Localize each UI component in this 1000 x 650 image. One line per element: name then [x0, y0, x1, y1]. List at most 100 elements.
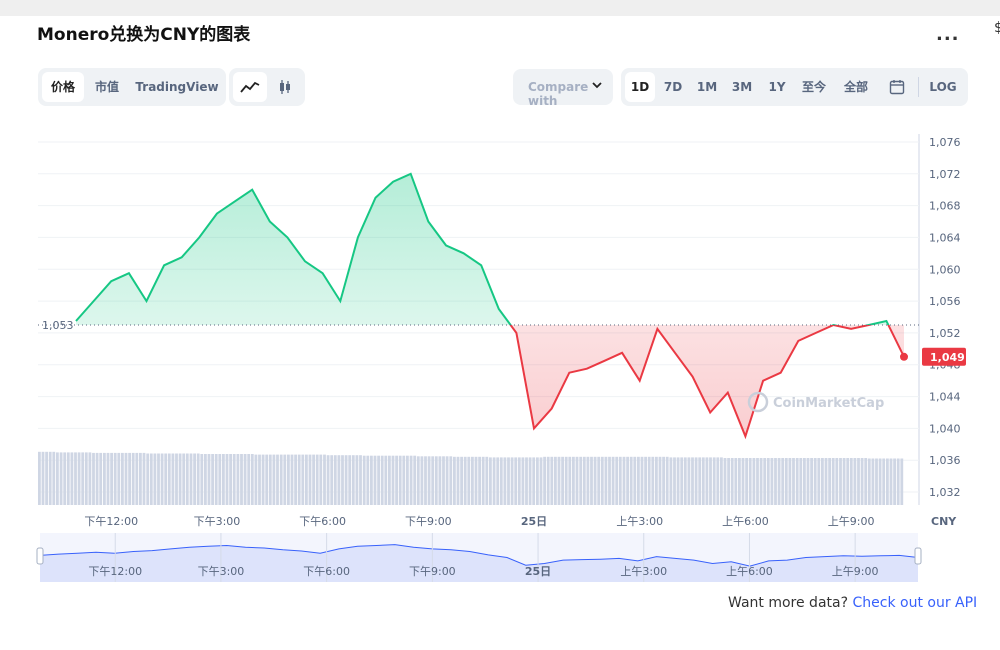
volume-bar: [56, 452, 59, 505]
volume-bar: [225, 454, 229, 505]
volume-bar: [857, 458, 860, 505]
volume-bar: [665, 456, 669, 505]
volume-bar: [344, 455, 348, 505]
volume-bar: [842, 458, 846, 505]
volume-bar: [135, 452, 139, 505]
volume-bar: [442, 456, 445, 505]
volume-bar: [507, 457, 510, 505]
volume-bar: [377, 455, 380, 505]
volume-bar: [705, 457, 709, 505]
volume-bar: [716, 457, 720, 505]
volume-bar: [748, 458, 752, 505]
volume-bar: [211, 454, 214, 505]
volume-bar: [103, 452, 106, 505]
volume-bar: [528, 457, 532, 505]
x-tick-label: 下午3:00: [194, 515, 241, 528]
volume-bar: [615, 456, 619, 505]
navigator-tick-label: 25日: [525, 565, 551, 578]
volume-bar: [871, 458, 875, 505]
x-tick-label: 25日: [521, 515, 547, 528]
volume-bar: [139, 452, 142, 505]
volume-bar: [572, 456, 575, 505]
volume-bar: [622, 456, 626, 505]
volume-bar: [669, 457, 673, 505]
y-tick-label: 1,036: [929, 454, 961, 467]
volume-bar: [420, 456, 424, 505]
volume-bar: [701, 457, 705, 505]
watermark: CoinMarketCap: [747, 391, 884, 413]
api-link[interactable]: Check out our API: [852, 595, 977, 611]
navigator-tick-label: 上午9:00: [832, 565, 879, 578]
navigator-handle-right: [914, 547, 922, 565]
volume-bar: [113, 452, 117, 505]
volume-bar: [503, 457, 507, 505]
volume-bar: [427, 456, 431, 505]
volume-bar: [272, 454, 276, 505]
volume-bar: [860, 458, 864, 505]
volume-bar: [59, 452, 63, 505]
volume-bar: [395, 455, 398, 505]
volume-bar: [575, 456, 579, 505]
volume-bar: [330, 455, 334, 505]
volume-bar: [92, 452, 95, 505]
y-tick-label: 1,064: [929, 231, 961, 244]
volume-bar: [828, 458, 831, 505]
volume-bar: [160, 453, 164, 505]
volume-bar: [175, 453, 178, 505]
volume-bar: [348, 455, 352, 505]
volume-bar: [131, 452, 135, 505]
volume-bar: [424, 456, 427, 505]
volume-bar: [337, 455, 341, 505]
volume-bar: [63, 452, 67, 505]
volume-bar: [532, 457, 536, 505]
price-chart[interactable]: 1,0761,0721,0681,0641,0601,0561,0521,048…: [0, 0, 1000, 650]
volume-bar: [66, 452, 70, 505]
volume-bar: [651, 456, 655, 505]
api-prefix: Want more data?: [728, 595, 849, 611]
volume-bar: [341, 455, 344, 505]
volume-bar: [611, 456, 615, 505]
navigator-tick-label: 上午6:00: [726, 565, 773, 578]
volume-bar: [308, 454, 312, 505]
range-navigator[interactable]: 下午12:00 下午3:00 下午6:00 下午9:00 25日 上午3:00 上午6:00…: [36, 533, 922, 582]
volume-bar: [774, 458, 777, 505]
volume-bar: [889, 458, 893, 505]
volume-bar: [691, 457, 694, 505]
navigator-tick-label: 上午3:00: [620, 565, 667, 578]
navigator-tick-label: 下午12:00: [88, 565, 142, 578]
volume-bar: [817, 458, 821, 505]
volume-bar: [200, 454, 204, 505]
baseline-label: 1,053: [42, 319, 74, 332]
volume-bar: [720, 457, 723, 505]
volume-bar: [99, 452, 103, 505]
volume-bar: [333, 455, 337, 505]
volume-bar: [193, 453, 196, 505]
volume-bar: [579, 456, 583, 505]
volume-bar: [723, 458, 727, 505]
volume-bar: [734, 458, 738, 505]
volume-bar: [835, 458, 839, 505]
volume-bar: [81, 452, 85, 505]
volume-bar: [153, 453, 157, 505]
volume-bar: [496, 457, 500, 505]
volume-bar: [698, 457, 702, 505]
volume-bar: [388, 455, 391, 505]
volume-bar: [799, 458, 803, 505]
volume-bar: [124, 452, 128, 505]
volume-bar: [795, 458, 799, 505]
volume-bar: [142, 452, 146, 505]
volume-bar: [413, 455, 417, 505]
volume-bar: [95, 452, 99, 505]
volume-bar: [406, 455, 409, 505]
volume-bar: [875, 458, 878, 505]
volume-bar: [370, 455, 373, 505]
api-footer: Want more data? Check out our API: [728, 595, 977, 611]
volume-bar: [157, 453, 160, 505]
volume-bar: [784, 458, 788, 505]
volume-bar: [597, 456, 601, 505]
volume-bar: [637, 456, 640, 505]
volume-bar: [222, 454, 225, 505]
y-tick-label: 1,056: [929, 295, 961, 308]
volume-bar: [756, 458, 759, 505]
volume-bar: [864, 458, 868, 505]
